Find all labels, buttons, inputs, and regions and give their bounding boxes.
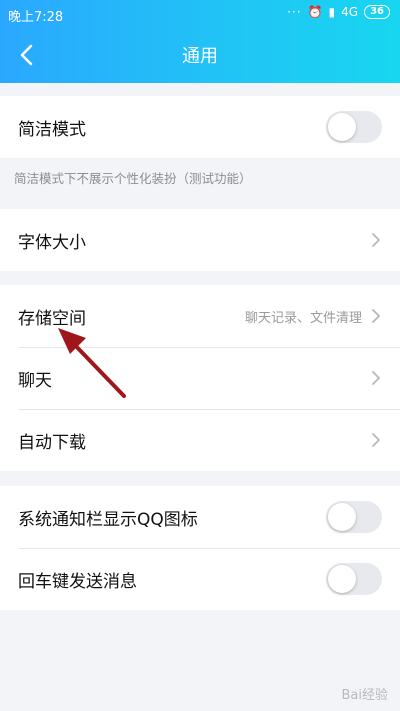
status-time: 晚上7:28	[8, 10, 64, 25]
row-show-qq-icon: 系统通知栏显示QQ图标	[0, 486, 400, 548]
section-storage: 存储空间 聊天记录、文件清理 聊天 自动下载	[0, 285, 400, 471]
font-size-label: 字体大小	[18, 232, 86, 253]
row-storage[interactable]: 存储空间 聊天记录、文件清理	[0, 285, 400, 347]
row-font-size[interactable]: 字体大小	[0, 209, 400, 271]
signal-icon: ▮	[328, 5, 336, 19]
row-enter-to-send: 回车键发送消息	[0, 548, 400, 610]
status-icons: ··· ⏰ ▮ 4G 36	[287, 5, 390, 19]
section-notifications: 系统通知栏显示QQ图标 回车键发送消息	[0, 486, 400, 610]
chat-label: 聊天	[18, 370, 52, 391]
settings-screen: 晚上7:28 ··· ⏰ ▮ 4G 36 通用 简洁模式 简洁模式下不展示个性化…	[0, 0, 400, 711]
auto-download-label: 自动下载	[18, 432, 86, 453]
header: 晚上7:28 ··· ⏰ ▮ 4G 36 通用	[0, 0, 400, 83]
simple-mode-note: 简洁模式下不展示个性化装扮（测试功能）	[14, 171, 252, 186]
simple-mode-label: 简洁模式	[18, 119, 86, 140]
row-simple-mode: 简洁模式	[0, 96, 400, 158]
battery-icon: 36	[364, 5, 390, 19]
alarm-icon: ⏰	[307, 5, 323, 19]
section-simple-mode: 简洁模式	[0, 96, 400, 158]
page-title: 通用	[182, 46, 218, 67]
enter-to-send-label: 回车键发送消息	[18, 571, 137, 592]
status-bar: 晚上7:28 ··· ⏰ ▮ 4G 36	[0, 0, 400, 28]
section-font-size: 字体大小	[0, 209, 400, 271]
network-type: 4G	[341, 5, 359, 19]
row-chat[interactable]: 聊天	[0, 347, 400, 409]
storage-hint: 聊天记录、文件清理	[244, 310, 362, 326]
toggle-knob	[328, 503, 356, 531]
nav-bar: 通用	[0, 30, 400, 80]
enter-to-send-toggle[interactable]	[326, 563, 382, 595]
chevron-right-icon	[372, 309, 380, 323]
show-qq-icon-toggle[interactable]	[326, 501, 382, 533]
watermark: Bai经验	[341, 688, 389, 703]
notification-dots-icon: ···	[287, 5, 302, 19]
storage-label: 存储空间	[18, 308, 86, 329]
toggle-knob	[328, 565, 356, 593]
toggle-knob	[328, 113, 356, 141]
simple-mode-toggle[interactable]	[326, 111, 382, 143]
row-auto-download[interactable]: 自动下载	[0, 409, 400, 471]
chevron-right-icon	[372, 371, 380, 385]
chevron-right-icon	[372, 433, 380, 447]
chevron-right-icon	[372, 233, 380, 247]
show-qq-icon-label: 系统通知栏显示QQ图标	[18, 509, 198, 530]
